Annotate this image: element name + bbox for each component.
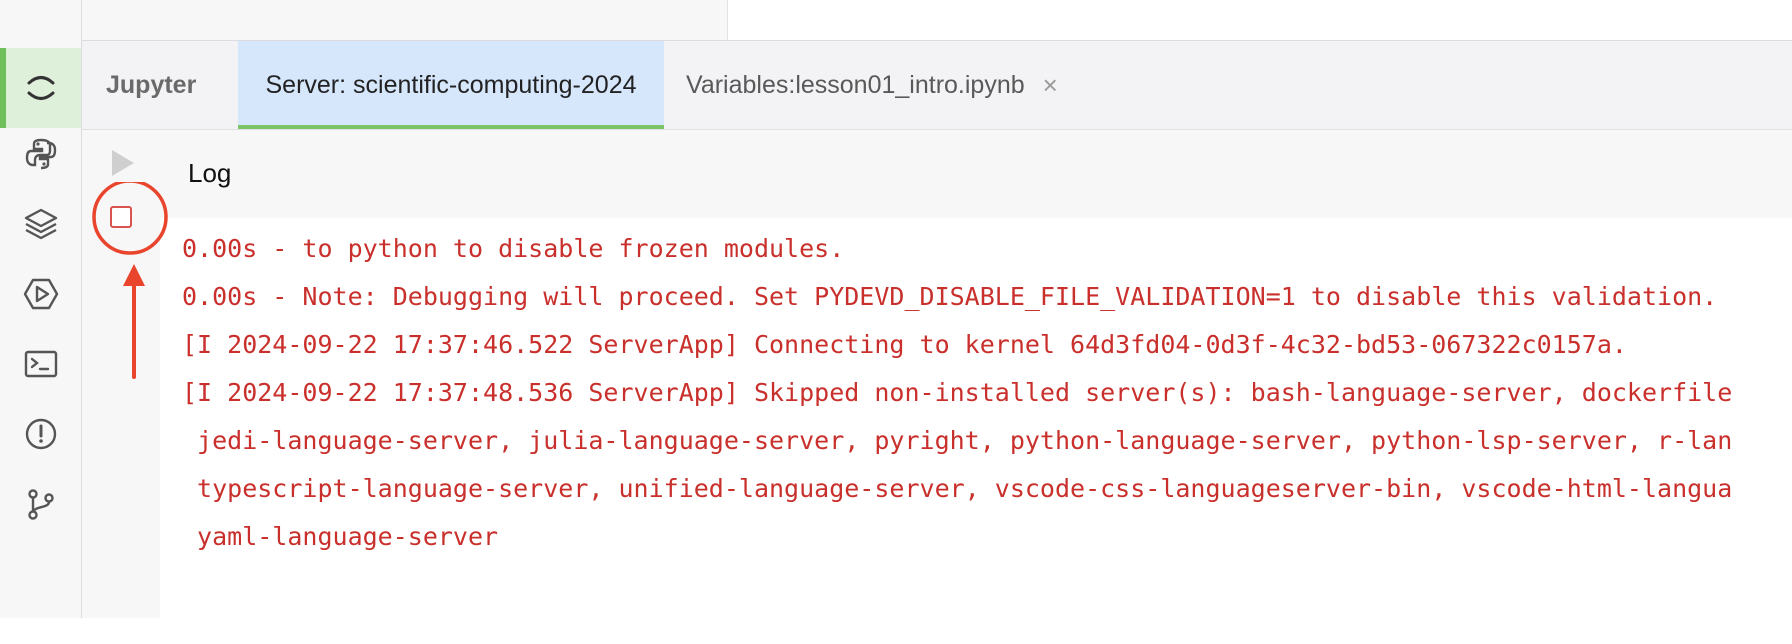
tab-label: Server: scientific-computing-2024 — [265, 70, 637, 99]
panel-title: Log — [188, 158, 232, 188]
log-line: jedi-language-server, julia-language-ser… — [182, 426, 1733, 455]
activity-layers[interactable] — [0, 184, 81, 264]
annotation-highlight — [92, 182, 168, 379]
activity-git[interactable] — [0, 464, 81, 544]
log-line: [I 2024-09-22 17:37:46.522 ServerApp] Co… — [182, 330, 1627, 359]
log-line: 0.00s - Note: Debugging will proceed. Se… — [182, 282, 1718, 311]
close-icon[interactable]: × — [1043, 70, 1058, 101]
activity-terminal[interactable] — [0, 324, 81, 404]
log-line: typescript-language-server, unified-lang… — [182, 474, 1733, 503]
log-line: yaml-language-server — [182, 522, 499, 551]
layers-icon — [24, 208, 57, 240]
terminal-icon — [24, 350, 57, 378]
git-branch-icon — [27, 489, 54, 520]
log-output: 0.00s - to python to disable frozen modu… — [160, 218, 1792, 618]
tab-label: Variables:lesson01_intro.ipynb — [686, 70, 1025, 99]
jupyter-icon — [27, 76, 54, 100]
activity-python[interactable] — [0, 114, 81, 194]
tab-variables[interactable]: Variables:lesson01_intro.ipynb × — [682, 41, 1058, 129]
tab-label: Jupyter — [106, 70, 197, 99]
log-line: [I 2024-09-22 17:37:48.536 ServerApp] Sk… — [182, 378, 1733, 407]
editor-pane-left — [82, 0, 728, 40]
python-icon — [25, 138, 56, 170]
editor-pane-right — [728, 0, 1792, 40]
tab-bar: Jupyter Server: scientific-computing-202… — [82, 41, 1792, 130]
run-icon — [23, 278, 58, 310]
log-line: 0.00s - to python to disable frozen modu… — [182, 234, 845, 263]
activity-problems[interactable] — [0, 394, 81, 474]
tab-server[interactable]: Server: scientific-computing-2024 — [238, 41, 664, 129]
problems-icon — [25, 418, 56, 450]
tab-jupyter[interactable]: Jupyter — [106, 41, 196, 129]
activity-bar — [0, 0, 82, 618]
status-bar — [0, 618, 1792, 644]
run-icon[interactable] — [108, 148, 138, 178]
activity-run[interactable] — [0, 254, 81, 334]
